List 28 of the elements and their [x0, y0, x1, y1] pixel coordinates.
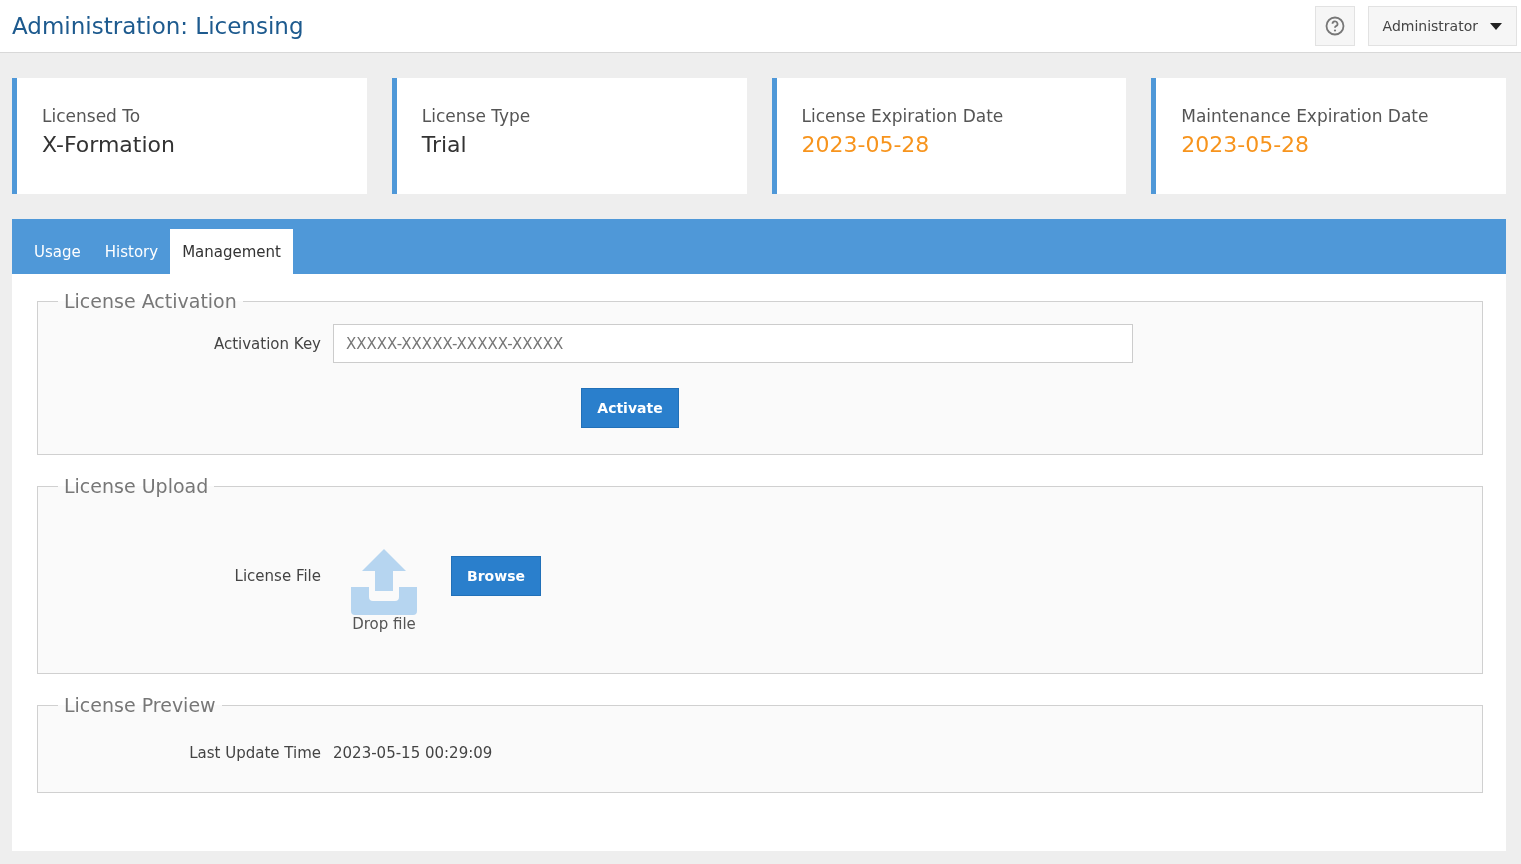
upload-icon [351, 549, 417, 615]
tab[interactable]: Usage [22, 229, 93, 274]
field-label: License File [233, 567, 321, 585]
field-label: Last Update Time [188, 744, 321, 762]
activate-button[interactable]: Activate [581, 388, 679, 428]
field-label: Activation Key [212, 334, 321, 353]
card-value: 2023-05-28 [1181, 132, 1311, 157]
tab[interactable]: Management [170, 229, 293, 274]
update-time-value: 2023-05-15 00:29:09 [333, 744, 493, 762]
browse-button[interactable]: Browse [451, 556, 541, 596]
activation-key-field[interactable]: XXXXX-XXXXX-XXXXX-XXXXX [333, 324, 1133, 363]
help-button[interactable] [1314, 6, 1355, 46]
page-title: Administration: Licensing [12, 13, 305, 39]
help-icon [1324, 16, 1345, 36]
user-menu[interactable]: Administrator [1367, 6, 1517, 46]
card-label: Maintenance Expiration Date [1181, 106, 1430, 126]
section-legend: License Activation [58, 290, 243, 312]
card-label: License Type [421, 106, 532, 126]
card-value: X-Formation [42, 132, 176, 157]
card-label: License Expiration Date [801, 106, 1005, 126]
section-legend: License Upload [58, 475, 215, 497]
tab[interactable]: History [92, 229, 171, 274]
caret-icon [1490, 22, 1502, 30]
drop-file-text: Drop file [352, 615, 416, 633]
card-value: Trial [421, 132, 468, 157]
card-value: 2023-05-28 [801, 132, 931, 157]
card-label: Licensed To [42, 106, 142, 126]
section-legend: License Preview [58, 694, 222, 716]
